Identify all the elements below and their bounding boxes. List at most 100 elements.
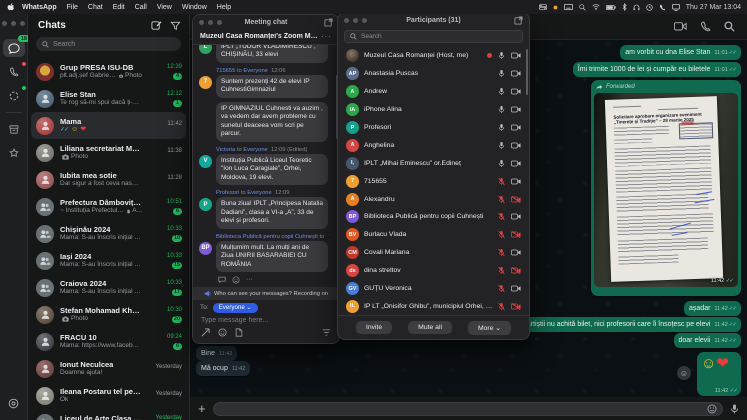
window-controls[interactable] [2, 21, 25, 26]
settings-icon[interactable] [3, 394, 25, 412]
participant-row[interactable]: iA iPhone Alina [338, 101, 529, 119]
file-icon[interactable] [235, 328, 243, 337]
voice-call-icon[interactable] [700, 21, 711, 32]
camera-icon[interactable] [511, 142, 521, 149]
participants-search-input[interactable]: Search [344, 30, 523, 43]
mic-icon[interactable] [498, 105, 505, 114]
meeting-chat-input[interactable]: Type message here... [193, 315, 339, 328]
camera-icon[interactable] [511, 285, 521, 292]
control-center-icon[interactable] [539, 4, 547, 10]
scrollbar-thumb[interactable] [526, 49, 528, 95]
format-icon[interactable] [322, 328, 331, 337]
invite-button[interactable]: Invite [356, 321, 392, 334]
camera-icon[interactable] [511, 249, 521, 256]
participant-row[interactable]: 7 715655 [338, 172, 529, 190]
sticker-icon[interactable] [707, 404, 717, 414]
mic-icon[interactable] [498, 87, 505, 96]
camera-icon[interactable] [511, 178, 521, 185]
participant-row[interactable]: BP Biblioteca Publică pentru copii Cuhne… [338, 208, 529, 226]
conversation-search-icon[interactable] [724, 21, 735, 32]
chat-list-item[interactable]: Liliana secretariat Muzeu Photo 11:38 [28, 139, 189, 166]
sidebar-search-input[interactable]: Search [36, 37, 181, 51]
keyboard-icon[interactable] [564, 4, 573, 10]
camera-icon[interactable] [511, 160, 521, 167]
mic-muted-icon[interactable] [498, 266, 505, 275]
attach-icon[interactable]: + [198, 402, 206, 415]
camera-off-icon[interactable] [511, 231, 521, 238]
bluetooth-icon[interactable] [622, 3, 627, 11]
chat-list-item[interactable]: Liceul de Arte Clasa pregătitoare 20... … [28, 409, 189, 420]
menu-window[interactable]: Window [182, 4, 207, 11]
participant-row[interactable]: ds dina streltov [338, 262, 529, 280]
camera-icon[interactable] [511, 124, 521, 131]
participant-row[interactable]: AP Anastasia Puscas [338, 65, 529, 83]
chat-list-item[interactable]: Stefan Mohamad Khalil Photo 10:30 20 [28, 301, 189, 328]
chats-tab-icon[interactable]: 18 [3, 39, 25, 57]
mic-muted-icon[interactable] [498, 195, 505, 204]
pop-out-icon[interactable] [324, 18, 333, 27]
starred-messages-icon[interactable] [3, 144, 25, 162]
menu-file[interactable]: File [67, 4, 78, 11]
mute-all-button[interactable]: Mute all [408, 321, 452, 334]
spotlight-icon[interactable] [579, 4, 586, 11]
emoji-react-icon[interactable] [232, 276, 240, 284]
react-button[interactable]: ☺ [677, 366, 691, 380]
chat-list-item[interactable]: Elise Stan Te rog să-mi spui dacă ți-au … [28, 85, 189, 112]
menu-chat[interactable]: Chat [88, 4, 103, 11]
quote-reply-icon[interactable] [218, 276, 226, 283]
participant-row[interactable]: I, IPLT „Mihai Eminescu” or.Edineț [338, 154, 529, 172]
mic-icon[interactable] [498, 159, 505, 168]
menu-help[interactable]: Help [217, 4, 231, 11]
calls-tab-icon[interactable] [3, 63, 25, 81]
mic-muted-icon[interactable] [498, 177, 505, 186]
mic-muted-icon[interactable] [498, 248, 505, 257]
camera-off-icon[interactable] [511, 303, 521, 310]
participant-row[interactable]: A Anghelina [338, 136, 529, 154]
chat-list-item[interactable]: Ileana Postaru tel personal Ok Yesterday [28, 382, 189, 409]
camera-icon[interactable] [511, 213, 521, 220]
archived-chats-icon[interactable] [3, 120, 25, 138]
message-input[interactable] [213, 402, 723, 416]
participant-row[interactable]: GV GUȚU Veronica [338, 280, 529, 298]
camera-off-icon[interactable] [511, 196, 521, 203]
meeting-chat-more-icon[interactable]: ··· [321, 32, 332, 41]
participant-row[interactable]: P Profesori [338, 119, 529, 137]
mic-icon[interactable] [498, 141, 505, 150]
mic-muted-icon[interactable] [498, 302, 505, 311]
mic-icon[interactable] [498, 69, 505, 78]
menubar-app-name[interactable]: WhatsApp [22, 4, 57, 11]
camera-icon[interactable] [511, 88, 521, 95]
camera-off-icon[interactable] [511, 267, 521, 274]
recipient-selector[interactable]: Everyone ⌄ [213, 303, 258, 313]
menu-edit[interactable]: Edit [113, 4, 125, 11]
chat-list-item[interactable]: FRACU 10 Mama: https://www.facebook.com/… [28, 328, 189, 355]
camera-icon[interactable] [511, 52, 521, 59]
battery-icon[interactable] [606, 5, 616, 10]
status-tab-icon[interactable] [3, 87, 25, 105]
participant-row[interactable]: A Alexandru [338, 190, 529, 208]
clock-icon[interactable] [646, 4, 653, 11]
chat-list-item[interactable]: Mama ✓✓☺❤ 11:42 [31, 112, 186, 139]
forwarded-image-message[interactable]: Forwarded Solicitare aprobare organizare… [591, 80, 741, 296]
participant-row[interactable]: A Andrew [338, 83, 529, 101]
menubar-clock[interactable]: Thu 27 Mar 13:04 [686, 4, 741, 11]
camera-icon[interactable] [511, 106, 521, 113]
chat-list-item[interactable]: Craiova 2024 Mama: S-au înscris inițial … [28, 274, 189, 301]
voice-message-icon[interactable] [730, 403, 739, 415]
phone-icon[interactable] [659, 4, 666, 11]
more-button[interactable]: More ⌄ [468, 321, 511, 335]
chat-list-item[interactable]: Prefectura Dâmbovița-PRESĂ ~ Instituția … [28, 193, 189, 220]
pop-out-icon[interactable] [514, 16, 523, 25]
chat-list-item[interactable]: Iubita mea sotie Dar sigur a fost ceva n… [28, 166, 189, 193]
emoji-icon[interactable] [218, 328, 227, 337]
participant-row[interactable]: IL IP LT „Onisifor Ghibu”, municipiul Or… [338, 297, 529, 315]
filter-icon[interactable] [170, 20, 181, 31]
more-actions-icon[interactable]: ··· [246, 276, 253, 284]
menu-view[interactable]: View [157, 4, 172, 11]
chat-list-item[interactable]: Ionut Neculcea Doamne ajuta! Yesterday [28, 355, 189, 382]
camera-icon[interactable] [511, 70, 521, 77]
mic-muted-icon[interactable] [498, 230, 505, 239]
wifi-icon[interactable] [592, 4, 600, 10]
screenshot-icon[interactable] [201, 328, 210, 337]
apple-icon[interactable] [7, 3, 15, 12]
